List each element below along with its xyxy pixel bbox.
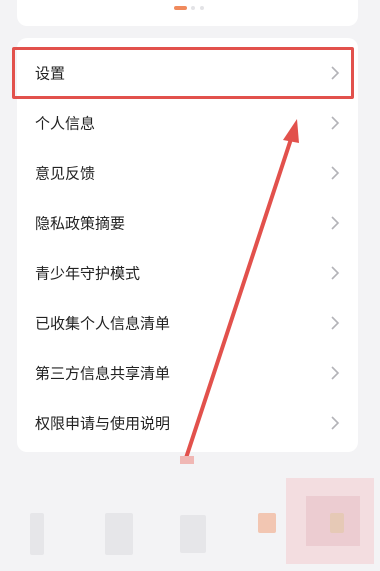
banner-card[interactable] [17,0,358,26]
menu-item-label: 个人信息 [35,114,96,133]
menu-item-teen-mode[interactable]: 青少年守护模式 [17,248,358,298]
menu-item-privacy-summary[interactable]: 隐私政策摘要 [17,198,358,248]
blurred-bottom-bar [0,505,380,561]
blurred-block [105,513,133,555]
chevron-right-icon [331,366,340,380]
menu-item-personal-info[interactable]: 个人信息 [17,98,358,148]
highlight-box [12,47,354,99]
blurred-block [30,513,44,555]
menu-item-label: 已收集个人信息清单 [35,314,171,333]
menu-item-permissions-info[interactable]: 权限申请与使用说明 [17,398,358,448]
chevron-right-icon [331,416,340,430]
carousel-dot [200,6,204,10]
carousel-dot-active [174,6,187,10]
menu-item-label: 第三方信息共享清单 [35,364,171,383]
blurred-block [180,515,206,553]
menu-item-feedback[interactable]: 意见反馈 [17,148,358,198]
menu-item-label: 青少年守护模式 [35,264,141,283]
blurred-block [258,513,276,533]
menu-item-collected-info-list[interactable]: 已收集个人信息清单 [17,298,358,348]
menu-item-label: 权限申请与使用说明 [35,414,171,433]
menu-item-label: 意见反馈 [35,164,96,183]
blurred-block [330,513,344,533]
settings-menu: 设置 个人信息 意见反馈 隐私政策摘要 青少年守护模式 已收集个人信息清单 第三… [17,38,358,452]
carousel-dot [191,6,195,10]
chevron-right-icon [331,316,340,330]
menu-item-third-party-sharing-list[interactable]: 第三方信息共享清单 [17,348,358,398]
chevron-right-icon [331,216,340,230]
chevron-right-icon [331,166,340,180]
menu-item-label: 隐私政策摘要 [35,214,126,233]
chevron-right-icon [331,266,340,280]
chevron-right-icon [331,116,340,130]
